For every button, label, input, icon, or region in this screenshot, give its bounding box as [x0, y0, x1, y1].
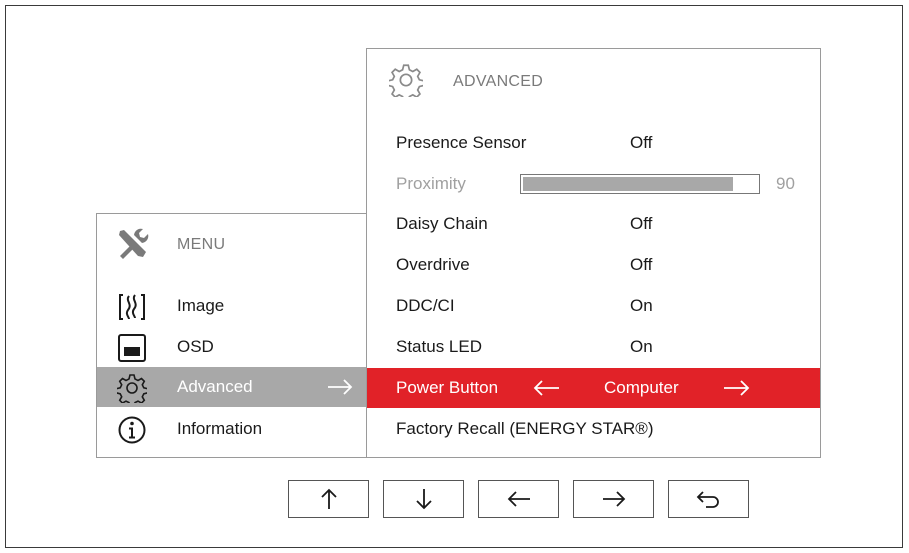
gear-icon [115, 373, 149, 408]
row-label: Overdrive [396, 255, 470, 274]
menu-item-information[interactable]: Information [97, 409, 367, 449]
row-proximity: Proximity 90 [367, 164, 820, 204]
row-value: Off [630, 255, 653, 274]
info-icon [117, 415, 147, 445]
menu-item-label: Information [177, 419, 263, 438]
row-value: Computer [604, 378, 679, 397]
row-power-button[interactable]: Power Button Computer [367, 368, 820, 408]
row-label: Factory Recall (ENERGY STAR®) [396, 419, 654, 438]
menu-item-osd[interactable]: OSD [97, 327, 367, 367]
row-label: Status LED [396, 337, 482, 356]
menu-item-advanced[interactable]: Advanced [97, 367, 367, 408]
right-arrow-icon [327, 379, 353, 395]
row-label: Power Button [396, 378, 499, 397]
nav-up-button[interactable] [288, 480, 369, 518]
row-value: Off [630, 133, 653, 152]
row-ddc-ci[interactable]: DDC/CI On [367, 286, 820, 326]
nav-left-button[interactable] [478, 480, 559, 518]
row-status-led[interactable]: Status LED On [367, 327, 820, 367]
row-label: DDC/CI [396, 296, 455, 315]
nav-right-button[interactable] [573, 480, 654, 518]
menu-item-label: Image [177, 296, 225, 315]
proximity-slider-fill [523, 177, 733, 191]
row-value: On [630, 296, 653, 315]
row-factory-recall[interactable]: Factory Recall (ENERGY STAR®) [367, 409, 820, 449]
gear-icon [387, 63, 425, 102]
tools-icon [115, 226, 151, 262]
row-value: On [630, 337, 653, 356]
row-label: Proximity [396, 174, 466, 193]
nav-down-button[interactable] [383, 480, 464, 518]
row-label: Daisy Chain [396, 214, 488, 233]
row-overdrive[interactable]: Overdrive Off [367, 245, 820, 285]
row-presence-sensor[interactable]: Presence Sensor Off [367, 123, 820, 163]
menu-item-label: Advanced [177, 377, 253, 396]
main-menu-header: MENU [97, 214, 367, 274]
image-icon [117, 292, 147, 322]
osd-icon [117, 333, 147, 363]
advanced-panel: ADVANCED Presence Sensor Off Proximity 9… [366, 48, 821, 458]
menu-item-label: OSD [177, 337, 214, 356]
right-arrow-icon[interactable] [723, 380, 751, 396]
advanced-title: ADVANCED [453, 73, 544, 90]
row-value: Off [630, 214, 653, 233]
menu-item-image[interactable]: Image [97, 286, 367, 326]
nav-back-button[interactable] [668, 480, 749, 518]
row-label: Presence Sensor [396, 133, 527, 152]
main-menu-panel: MENU Image OSD Advanced Information [96, 213, 368, 458]
left-arrow-icon[interactable] [532, 380, 560, 396]
row-daisy-chain[interactable]: Daisy Chain Off [367, 204, 820, 244]
proximity-slider [520, 174, 760, 194]
row-value: 90 [776, 174, 795, 193]
main-menu-title: MENU [177, 236, 226, 253]
